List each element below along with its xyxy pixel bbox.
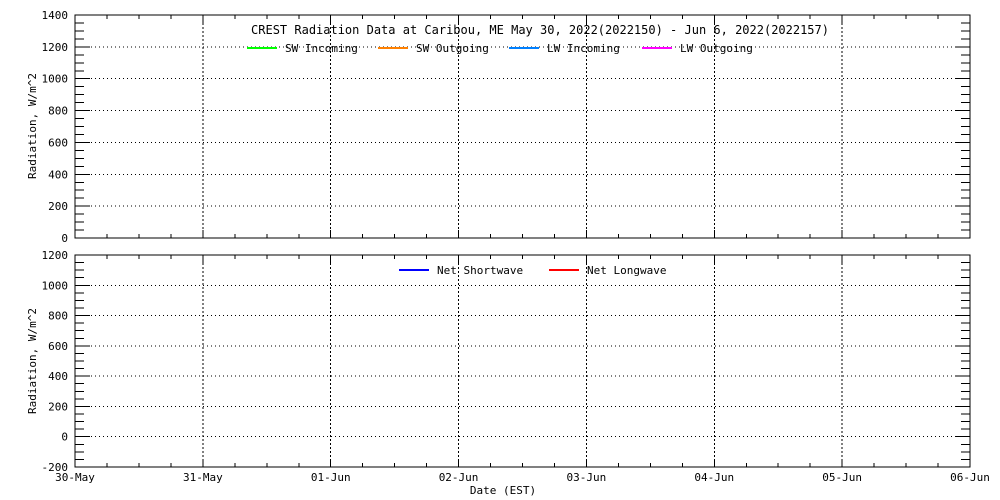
legend-label-net-longwave: Net Longwave	[587, 264, 666, 277]
legend-label-sw-outgoing: SW Outgoing	[416, 42, 489, 55]
x-tick-label: 05-Jun	[822, 471, 862, 484]
y-tick-label: 200	[48, 200, 68, 213]
y-tick-label: 800	[48, 105, 68, 118]
y-tick-label: 200	[48, 400, 68, 413]
legend-label-lw-outgoing: LW Outgoing	[680, 42, 753, 55]
y-tick-label: 1000	[42, 73, 69, 86]
radiation-plot-svg: 0 200 400 600 800 1000 1200 1400 SW Incoming SW O…	[26, 9, 990, 497]
x-axis-label: Date (EST)	[470, 484, 536, 497]
y-tick-label: 1400	[42, 9, 69, 22]
legend-label-sw-incoming: SW Incoming	[285, 42, 358, 55]
x-tick-label: 03-Jun	[567, 471, 607, 484]
chart-title: CREST Radiation Data at Caribou, ME May …	[251, 23, 829, 37]
legend-label-lw-incoming: LW Incoming	[547, 42, 620, 55]
y-tick-label: 400	[48, 370, 68, 383]
top-y-axis-label: Radiation, W/m^2	[26, 73, 39, 179]
y-tick-label: 0	[61, 431, 68, 444]
y-tick-label: 400	[48, 168, 68, 181]
y-tick-label: 800	[48, 310, 68, 323]
y-tick-label: 1200	[42, 41, 69, 54]
radiation-components-panel: 0 200 400 600 800 1000 1200 1400 SW Incoming SW O…	[42, 9, 971, 245]
x-tick-label: 02-Jun	[439, 471, 479, 484]
x-tick-label: 04-Jun	[694, 471, 734, 484]
generated-chart-layers: 0 200 400 600 800 1000 1200 1400 SW Incoming SW O…	[42, 9, 990, 484]
x-tick-label: 01-Jun	[311, 471, 351, 484]
panel-border	[74, 254, 971, 468]
legend-label-net-shortwave: Net Shortwave	[437, 264, 523, 277]
axis-ticks	[74, 254, 971, 468]
net-radiation-panel: -20002004006008001000120030-May 31-May 01-…	[42, 249, 990, 484]
bottom-y-axis-label: Radiation, W/m^2	[26, 308, 39, 414]
x-tick-label: 31-May	[183, 471, 223, 484]
y-tick-label: 600	[48, 136, 68, 149]
y-tick-label: 1200	[42, 249, 69, 262]
y-tick-label: 600	[48, 340, 68, 353]
radiation-chart-page: 0 200 400 600 800 1000 1200 1400 SW Incoming SW O…	[0, 0, 1000, 500]
x-tick-label: 30-May	[55, 471, 95, 484]
x-tick-label: 06-Jun	[950, 471, 990, 484]
y-tick-label: 1000	[42, 279, 69, 292]
y-tick-label: 0	[61, 232, 68, 245]
